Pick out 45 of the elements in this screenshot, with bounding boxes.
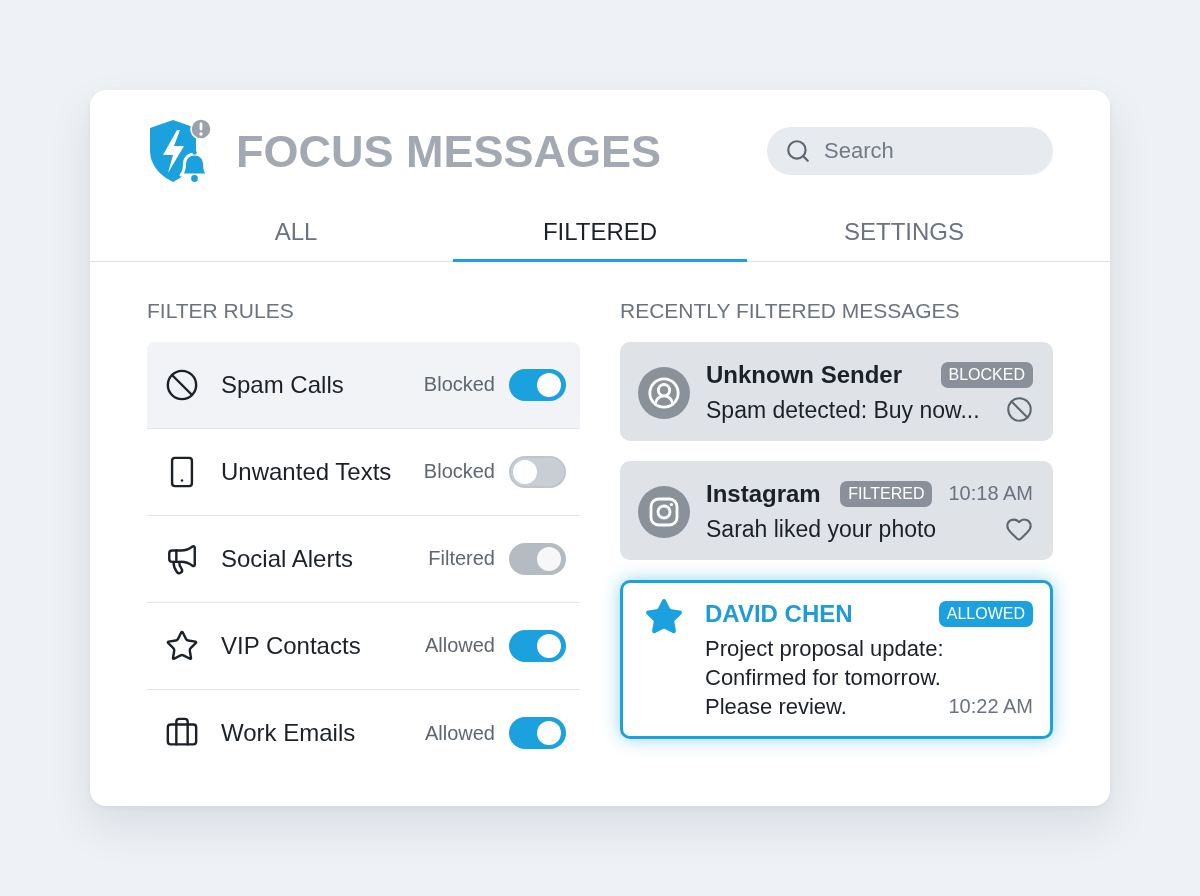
rule-status: Allowed	[424, 634, 495, 657]
app-title: FOCUS MESSAGES	[236, 128, 662, 174]
rule-row[interactable]: VIP Contacts Allowed	[147, 602, 580, 690]
search-icon	[785, 138, 811, 164]
ban-icon	[1006, 396, 1033, 423]
message-text: Project proposal update: Confirmed for tomorrow. Please review.	[705, 634, 945, 721]
message-time: 10:18 AM	[948, 481, 1033, 506]
toggle-switch[interactable]	[509, 368, 566, 401]
status-badge: FILTERED	[840, 480, 933, 507]
rule-status: Blocked	[423, 460, 495, 483]
message-text: Spam detected: Buy now...	[706, 395, 980, 425]
sender-name: Unknown Sender	[706, 360, 903, 389]
toggle-switch[interactable]	[509, 717, 566, 749]
tab[interactable]: SETTINGS	[757, 204, 1051, 262]
user-avatar-icon	[638, 366, 690, 419]
rule-status: Blocked	[423, 373, 495, 396]
toggle-switch[interactable]	[509, 455, 566, 488]
search-field[interactable]: Search	[767, 127, 1053, 175]
section-heading: RECENTLY FILTERED MESSAGES	[620, 298, 961, 323]
section-heading: FILTER RULES	[147, 298, 295, 323]
camera-avatar-icon	[638, 485, 690, 538]
rule-label: VIP Contacts	[221, 631, 361, 660]
rule-row[interactable]: Spam Calls Blocked	[147, 341, 580, 429]
star-icon	[165, 628, 199, 663]
rule-label: Spam Calls	[221, 370, 344, 399]
ban-icon	[165, 367, 199, 402]
rule-label: Social Alerts	[221, 544, 354, 573]
rule-row[interactable]: Work Emails Allowed	[147, 689, 580, 777]
rule-label: Work Emails	[221, 719, 356, 747]
sender-name: DAVID CHEN	[705, 599, 853, 628]
tab[interactable]: FILTERED	[453, 204, 747, 262]
message-card[interactable]: DAVID CHEN ALLOWED Project proposal update: Confirmed for tomorrow. Please review. 10:22 AM	[620, 579, 1053, 739]
status-badge: BLOCKED	[940, 361, 1033, 388]
rule-label: Unwanted Texts	[221, 457, 392, 486]
status-badge: ALLOWED	[938, 600, 1033, 627]
rule-row[interactable]: Unwanted Texts Blocked	[147, 428, 580, 516]
rule-status: Filtered	[428, 547, 495, 570]
message-text: Sarah liked your photo	[706, 514, 937, 544]
rule-status: Allowed	[424, 721, 495, 745]
toggle-switch[interactable]	[509, 629, 566, 662]
message-card[interactable]: Unknown Sender BLOCKED Spam detected: Buy now...	[620, 341, 1053, 441]
message-time: 10:22 AM	[948, 693, 1033, 719]
message-card[interactable]: Instagram FILTERED 10:18 AM Sarah liked your photo	[620, 460, 1053, 560]
sender-name: Instagram	[706, 479, 821, 508]
tab[interactable]: ALL	[149, 204, 443, 262]
